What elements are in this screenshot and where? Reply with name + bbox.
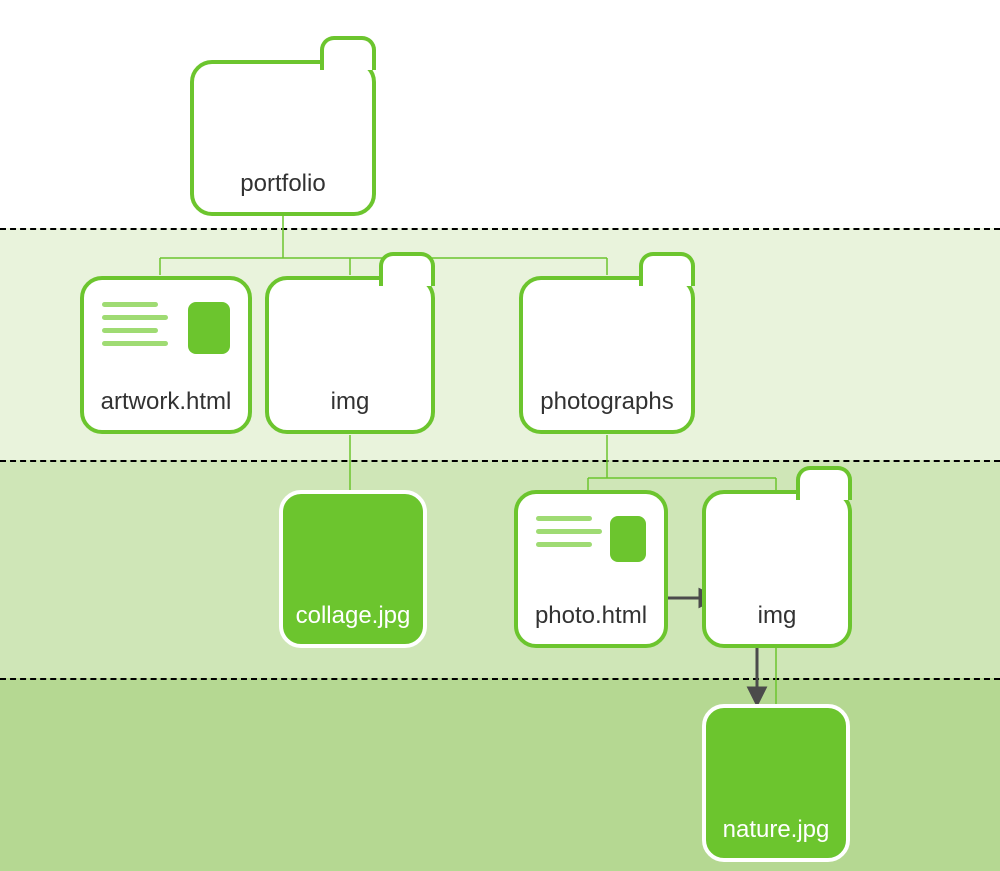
image-node-nature: nature.jpg: [702, 704, 850, 862]
node-label: photographs: [540, 388, 673, 416]
folder-node-photographs: photographs: [519, 276, 695, 434]
folder-node-img-2: img: [702, 490, 852, 648]
node-label: artwork.html: [101, 388, 232, 416]
node-label: portfolio: [240, 170, 325, 198]
text-lines-icon: [536, 516, 608, 555]
folder-node-img: img: [265, 276, 435, 434]
image-thumb-icon: [188, 302, 230, 354]
html-node-photo: photo.html: [514, 490, 668, 648]
folder-tab-icon: [639, 252, 695, 286]
image-node-collage: collage.jpg: [279, 490, 427, 648]
node-label: img: [331, 388, 370, 416]
node-label: img: [758, 602, 797, 630]
folder-node-portfolio: portfolio: [190, 60, 376, 216]
image-thumb-icon: [610, 516, 646, 562]
html-node-artwork: artwork.html: [80, 276, 252, 434]
folder-tab-icon: [320, 36, 376, 70]
node-label: photo.html: [535, 602, 647, 630]
text-lines-icon: [102, 302, 174, 354]
tree-connectors: [0, 0, 1000, 871]
folder-tab-icon: [379, 252, 435, 286]
node-label: collage.jpg: [296, 602, 411, 630]
node-label: nature.jpg: [723, 816, 830, 844]
folder-tab-icon: [796, 466, 852, 500]
